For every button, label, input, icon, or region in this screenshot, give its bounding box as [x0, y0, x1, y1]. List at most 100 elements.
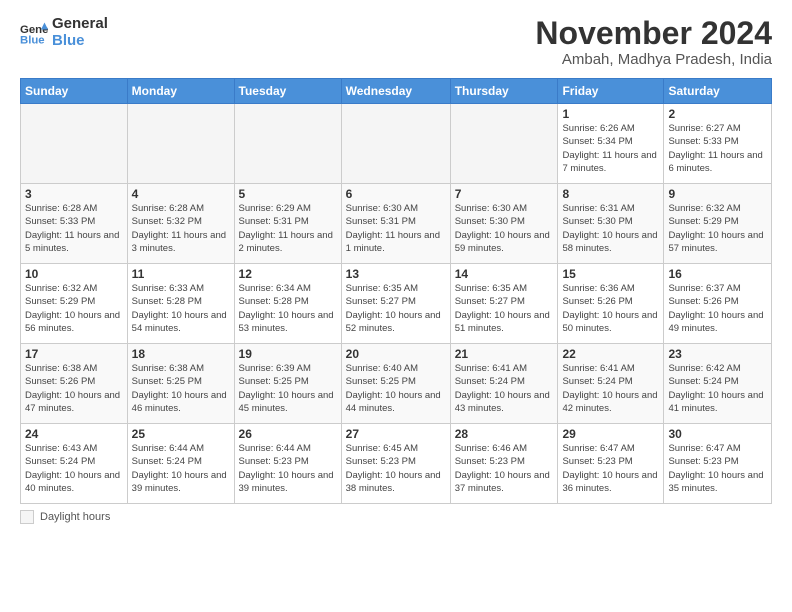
day-number: 12 [239, 267, 337, 281]
day-info: Sunrise: 6:38 AMSunset: 5:26 PMDaylight:… [25, 362, 123, 415]
calendar-cell: 30Sunrise: 6:47 AMSunset: 5:23 PMDayligh… [664, 424, 772, 504]
day-number: 28 [455, 427, 554, 441]
day-number: 25 [132, 427, 230, 441]
logo-general: General [52, 16, 108, 33]
calendar-week-row: 1Sunrise: 6:26 AMSunset: 5:34 PMDaylight… [21, 104, 772, 184]
day-number: 29 [562, 427, 659, 441]
day-number: 1 [562, 107, 659, 121]
calendar-cell: 13Sunrise: 6:35 AMSunset: 5:27 PMDayligh… [341, 264, 450, 344]
calendar-cell: 26Sunrise: 6:44 AMSunset: 5:23 PMDayligh… [234, 424, 341, 504]
calendar-week-row: 3Sunrise: 6:28 AMSunset: 5:33 PMDaylight… [21, 184, 772, 264]
weekday-header: Monday [127, 79, 234, 104]
day-info: Sunrise: 6:44 AMSunset: 5:24 PMDaylight:… [132, 442, 230, 495]
day-info: Sunrise: 6:35 AMSunset: 5:27 PMDaylight:… [346, 282, 446, 335]
calendar-cell: 29Sunrise: 6:47 AMSunset: 5:23 PMDayligh… [558, 424, 664, 504]
calendar-cell: 23Sunrise: 6:42 AMSunset: 5:24 PMDayligh… [664, 344, 772, 424]
day-number: 6 [346, 187, 446, 201]
calendar-cell [127, 104, 234, 184]
calendar-cell: 17Sunrise: 6:38 AMSunset: 5:26 PMDayligh… [21, 344, 128, 424]
calendar-cell: 12Sunrise: 6:34 AMSunset: 5:28 PMDayligh… [234, 264, 341, 344]
legend-label: Daylight hours [40, 511, 110, 523]
weekday-header: Saturday [664, 79, 772, 104]
day-info: Sunrise: 6:32 AMSunset: 5:29 PMDaylight:… [668, 202, 767, 255]
day-number: 24 [25, 427, 123, 441]
day-info: Sunrise: 6:37 AMSunset: 5:26 PMDaylight:… [668, 282, 767, 335]
day-info: Sunrise: 6:28 AMSunset: 5:33 PMDaylight:… [25, 202, 123, 255]
calendar-week-row: 10Sunrise: 6:32 AMSunset: 5:29 PMDayligh… [21, 264, 772, 344]
calendar-week-row: 17Sunrise: 6:38 AMSunset: 5:26 PMDayligh… [21, 344, 772, 424]
calendar-cell: 8Sunrise: 6:31 AMSunset: 5:30 PMDaylight… [558, 184, 664, 264]
day-info: Sunrise: 6:41 AMSunset: 5:24 PMDaylight:… [562, 362, 659, 415]
weekday-header: Thursday [450, 79, 558, 104]
day-number: 13 [346, 267, 446, 281]
calendar-cell: 18Sunrise: 6:38 AMSunset: 5:25 PMDayligh… [127, 344, 234, 424]
weekday-header: Tuesday [234, 79, 341, 104]
calendar-cell: 9Sunrise: 6:32 AMSunset: 5:29 PMDaylight… [664, 184, 772, 264]
calendar-cell: 3Sunrise: 6:28 AMSunset: 5:33 PMDaylight… [21, 184, 128, 264]
calendar-cell: 4Sunrise: 6:28 AMSunset: 5:32 PMDaylight… [127, 184, 234, 264]
calendar-header-row: SundayMondayTuesdayWednesdayThursdayFrid… [21, 79, 772, 104]
calendar-cell [450, 104, 558, 184]
day-info: Sunrise: 6:32 AMSunset: 5:29 PMDaylight:… [25, 282, 123, 335]
day-number: 5 [239, 187, 337, 201]
day-info: Sunrise: 6:47 AMSunset: 5:23 PMDaylight:… [668, 442, 767, 495]
calendar-cell: 19Sunrise: 6:39 AMSunset: 5:25 PMDayligh… [234, 344, 341, 424]
logo-blue: Blue [52, 33, 108, 50]
day-info: Sunrise: 6:44 AMSunset: 5:23 PMDaylight:… [239, 442, 337, 495]
day-info: Sunrise: 6:35 AMSunset: 5:27 PMDaylight:… [455, 282, 554, 335]
header: General Blue General Blue November 2024 … [20, 16, 772, 68]
day-number: 26 [239, 427, 337, 441]
calendar-cell: 1Sunrise: 6:26 AMSunset: 5:34 PMDaylight… [558, 104, 664, 184]
calendar-cell [234, 104, 341, 184]
day-info: Sunrise: 6:34 AMSunset: 5:28 PMDaylight:… [239, 282, 337, 335]
calendar-cell [21, 104, 128, 184]
day-info: Sunrise: 6:29 AMSunset: 5:31 PMDaylight:… [239, 202, 337, 255]
svg-text:Blue: Blue [20, 34, 45, 46]
calendar-cell [341, 104, 450, 184]
day-info: Sunrise: 6:30 AMSunset: 5:31 PMDaylight:… [346, 202, 446, 255]
day-number: 4 [132, 187, 230, 201]
day-number: 9 [668, 187, 767, 201]
day-number: 16 [668, 267, 767, 281]
day-number: 22 [562, 347, 659, 361]
calendar-cell: 16Sunrise: 6:37 AMSunset: 5:26 PMDayligh… [664, 264, 772, 344]
day-number: 7 [455, 187, 554, 201]
calendar-cell: 25Sunrise: 6:44 AMSunset: 5:24 PMDayligh… [127, 424, 234, 504]
weekday-header: Sunday [21, 79, 128, 104]
day-number: 20 [346, 347, 446, 361]
day-number: 27 [346, 427, 446, 441]
calendar-cell: 11Sunrise: 6:33 AMSunset: 5:28 PMDayligh… [127, 264, 234, 344]
weekday-header: Wednesday [341, 79, 450, 104]
day-info: Sunrise: 6:43 AMSunset: 5:24 PMDaylight:… [25, 442, 123, 495]
day-info: Sunrise: 6:36 AMSunset: 5:26 PMDaylight:… [562, 282, 659, 335]
calendar-cell: 21Sunrise: 6:41 AMSunset: 5:24 PMDayligh… [450, 344, 558, 424]
weekday-header: Friday [558, 79, 664, 104]
legend-box [20, 510, 34, 524]
day-info: Sunrise: 6:31 AMSunset: 5:30 PMDaylight:… [562, 202, 659, 255]
day-info: Sunrise: 6:27 AMSunset: 5:33 PMDaylight:… [668, 122, 767, 175]
calendar-cell: 10Sunrise: 6:32 AMSunset: 5:29 PMDayligh… [21, 264, 128, 344]
day-number: 21 [455, 347, 554, 361]
location: Ambah, Madhya Pradesh, India [535, 51, 772, 68]
calendar-cell: 2Sunrise: 6:27 AMSunset: 5:33 PMDaylight… [664, 104, 772, 184]
calendar-cell: 14Sunrise: 6:35 AMSunset: 5:27 PMDayligh… [450, 264, 558, 344]
day-info: Sunrise: 6:45 AMSunset: 5:23 PMDaylight:… [346, 442, 446, 495]
day-number: 23 [668, 347, 767, 361]
day-info: Sunrise: 6:26 AMSunset: 5:34 PMDaylight:… [562, 122, 659, 175]
day-info: Sunrise: 6:47 AMSunset: 5:23 PMDaylight:… [562, 442, 659, 495]
calendar-cell: 24Sunrise: 6:43 AMSunset: 5:24 PMDayligh… [21, 424, 128, 504]
day-number: 2 [668, 107, 767, 121]
day-number: 3 [25, 187, 123, 201]
logo: General Blue General Blue [20, 16, 108, 49]
day-info: Sunrise: 6:41 AMSunset: 5:24 PMDaylight:… [455, 362, 554, 415]
day-number: 17 [25, 347, 123, 361]
calendar-cell: 28Sunrise: 6:46 AMSunset: 5:23 PMDayligh… [450, 424, 558, 504]
calendar-cell: 22Sunrise: 6:41 AMSunset: 5:24 PMDayligh… [558, 344, 664, 424]
page: General Blue General Blue November 2024 … [0, 0, 792, 612]
day-number: 14 [455, 267, 554, 281]
calendar-week-row: 24Sunrise: 6:43 AMSunset: 5:24 PMDayligh… [21, 424, 772, 504]
calendar-cell: 6Sunrise: 6:30 AMSunset: 5:31 PMDaylight… [341, 184, 450, 264]
day-number: 30 [668, 427, 767, 441]
day-number: 11 [132, 267, 230, 281]
month-title: November 2024 [535, 16, 772, 51]
